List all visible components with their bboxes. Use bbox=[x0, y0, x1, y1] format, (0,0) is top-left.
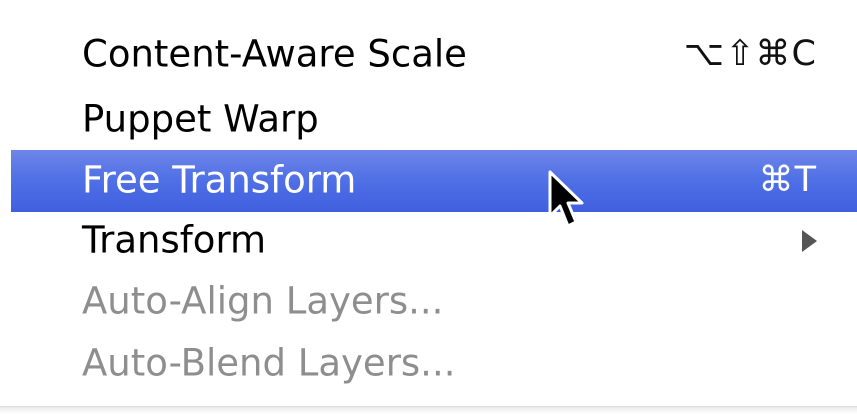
menu-item-puppet-warp[interactable]: Puppet Warp bbox=[11, 89, 857, 151]
menu-item-label: Auto-Blend Layers... bbox=[82, 341, 456, 385]
menu-item-free-transform[interactable]: Free Transform ⌘T bbox=[11, 150, 857, 212]
submenu-arrow-icon bbox=[802, 230, 817, 252]
menu-item-label: Puppet Warp bbox=[82, 97, 319, 141]
context-menu: Content-Aware Scale ⌥⇧⌘C Puppet Warp Fre… bbox=[0, 0, 857, 417]
menu-item-label: Free Transform bbox=[82, 158, 357, 202]
menu-item-label: Content-Aware Scale bbox=[82, 32, 467, 76]
menu-item-content-aware-scale[interactable]: Content-Aware Scale ⌥⇧⌘C bbox=[11, 24, 857, 86]
menu-item-label: Auto-Align Layers... bbox=[82, 279, 444, 323]
menu-item-auto-blend-layers: Auto-Blend Layers... bbox=[11, 333, 857, 395]
menu-item-transform[interactable]: Transform bbox=[11, 210, 857, 272]
menu-item-shortcut: ⌥⇧⌘C bbox=[683, 34, 817, 75]
menu-item-label: Transform bbox=[82, 218, 267, 262]
mouse-pointer-icon bbox=[548, 170, 584, 228]
menu-item-auto-align-layers: Auto-Align Layers... bbox=[11, 271, 857, 333]
menu-bottom-edge bbox=[0, 406, 857, 417]
menu-item-shortcut: ⌘T bbox=[758, 160, 817, 201]
